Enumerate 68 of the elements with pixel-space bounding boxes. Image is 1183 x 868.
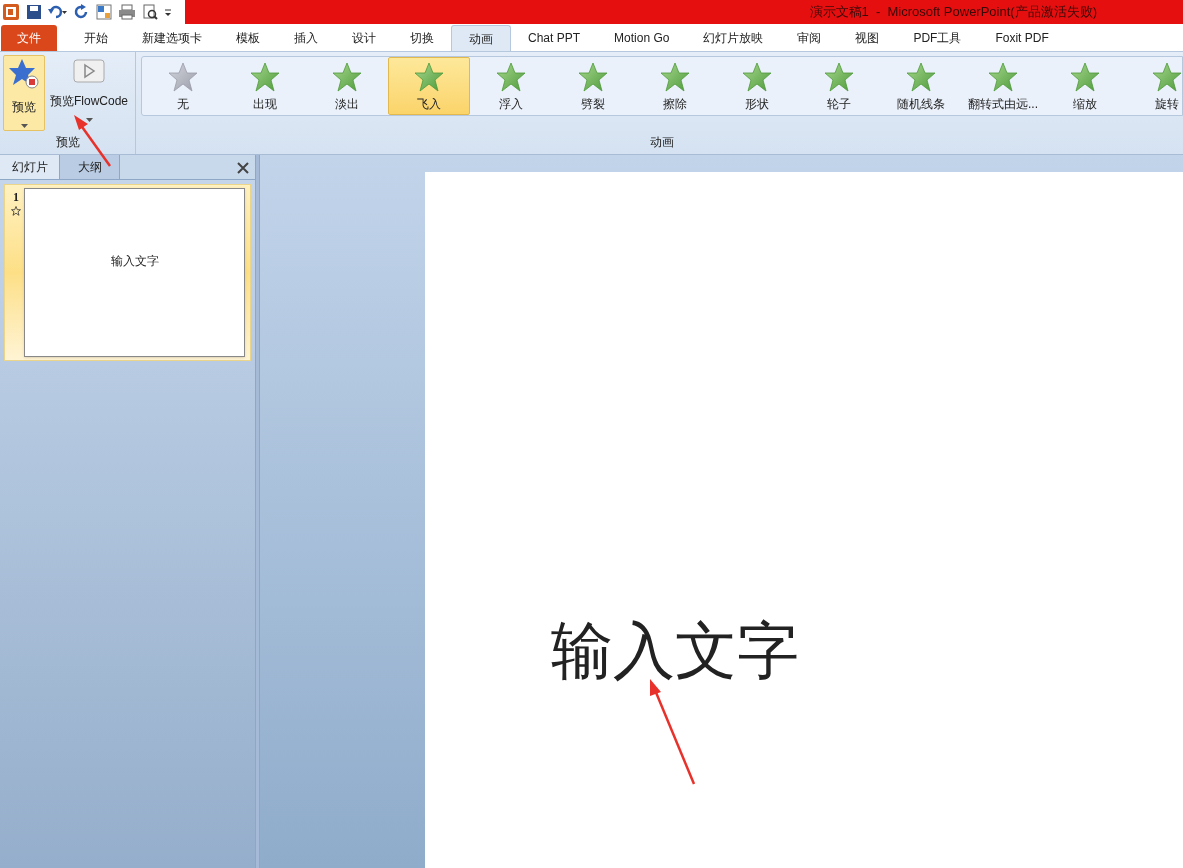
star-stop-icon (8, 58, 40, 90)
group-label: 预览 (54, 134, 81, 151)
animation-effect[interactable]: 缩放 (1044, 57, 1126, 115)
window-title: 演示文稿1 - Microsoft PowerPoint(产品激活失败) (809, 3, 1097, 22)
thumbnail-text: 输入文字 (110, 252, 159, 270)
animation-effect[interactable]: 淡出 (306, 57, 388, 115)
star-icon (496, 62, 526, 92)
slide-thumbnail-row[interactable]: 1 输入文字 (4, 184, 251, 361)
ribbon-tab[interactable]: 开始 (67, 25, 125, 51)
star-icon (414, 62, 444, 92)
star-icon (250, 62, 280, 92)
star-icon (988, 62, 1018, 92)
file-tab[interactable]: 文件 (1, 25, 57, 51)
animation-effect[interactable]: 形状 (716, 57, 798, 115)
group-label: 动画 (649, 134, 675, 151)
layout-icon[interactable] (96, 4, 112, 20)
animation-effect[interactable]: 翻转式由远... (962, 57, 1044, 115)
animation-effect[interactable]: 擦除 (634, 57, 716, 115)
ribbon-tab[interactable]: Foxit PDF (978, 25, 1066, 51)
preview-label: 预览 (12, 99, 36, 116)
star-icon (742, 62, 772, 92)
preview-button[interactable]: 预览FlowCode (47, 55, 131, 131)
pane-tab[interactable]: 大纲 (60, 155, 120, 179)
ribbon-tab[interactable]: 视图 (838, 25, 897, 51)
ribbon-tab[interactable]: 插入 (277, 25, 335, 51)
animation-effect[interactable]: 旋转 (1126, 57, 1182, 115)
ribbon-tab[interactable]: 新建选项卡 (125, 25, 219, 51)
star-icon (824, 62, 854, 92)
save-icon[interactable] (26, 4, 42, 20)
redo-icon[interactable] (74, 4, 90, 20)
star-icon (1070, 62, 1100, 92)
animation-effect[interactable]: 飞入 (388, 57, 470, 115)
print-icon[interactable] (118, 4, 136, 20)
dropdown-caret-icon (20, 124, 28, 128)
pane-tab[interactable]: 幻灯片 (0, 155, 60, 179)
animation-effect[interactable]: 劈裂 (552, 57, 634, 115)
star-icon (906, 62, 936, 92)
ribbon-tab[interactable]: 模板 (219, 25, 277, 51)
animation-effect[interactable]: 随机线条 (880, 57, 962, 115)
slide-text[interactable]: 输入文字 (551, 614, 799, 687)
star-icon (1152, 62, 1182, 92)
ribbon-tab[interactable]: PDF工具 (896, 25, 979, 51)
app-logo-icon[interactable] (2, 3, 20, 21)
close-icon[interactable] (237, 162, 249, 174)
animation-effect[interactable]: 浮入 (470, 57, 552, 115)
print-preview-icon[interactable] (142, 4, 158, 20)
ribbon-tab[interactable]: 设计 (335, 25, 393, 51)
animation-effect[interactable]: 出现 (224, 57, 306, 115)
star-icon (168, 62, 198, 92)
ribbon-tab[interactable]: Chat PPT (511, 25, 598, 51)
dropdown-caret-icon (85, 118, 93, 122)
preview-label: 预览FlowCode (50, 93, 128, 110)
ribbon-tab[interactable]: 切换 (393, 25, 451, 51)
animation-effect[interactable]: 轮子 (798, 57, 880, 115)
star-icon (11, 206, 21, 216)
ribbon-tab[interactable]: Motion Go (597, 25, 687, 51)
ribbon-tab[interactable]: 动画 (451, 25, 511, 51)
star-icon (578, 62, 608, 92)
ribbon-tab[interactable]: 审阅 (780, 25, 839, 51)
play-icon (73, 58, 105, 84)
animation-effect[interactable]: 无 (142, 57, 224, 115)
undo-icon[interactable] (48, 4, 68, 20)
slide-thumbnail[interactable]: 输入文字 (24, 188, 245, 357)
ribbon-tab[interactable]: 幻灯片放映 (686, 25, 781, 51)
star-icon (660, 62, 690, 92)
star-icon (332, 62, 362, 92)
preview-button[interactable]: 预览 (3, 55, 45, 131)
slide-number: 1 (13, 189, 19, 206)
